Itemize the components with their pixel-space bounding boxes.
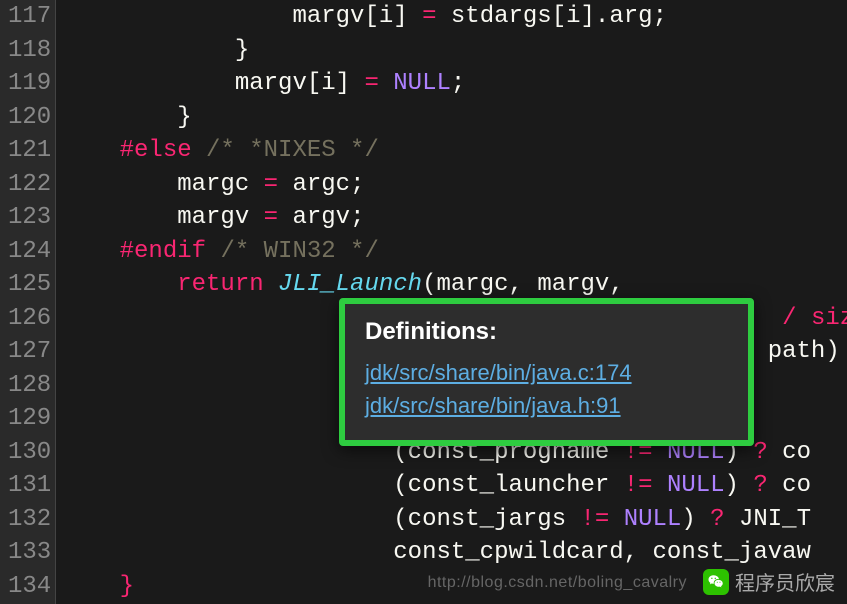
watermark-url: http://blog.csdn.net/boling_cavalry	[428, 574, 687, 592]
code-line[interactable]: return JLI_Launch(margc, margv,	[62, 268, 847, 302]
line-number: 120	[8, 101, 43, 135]
line-number: 122	[8, 168, 43, 202]
code-line[interactable]: margc = argc;	[62, 168, 847, 202]
code-line[interactable]: #endif /* WIN32 */	[62, 235, 847, 269]
line-number: 133	[8, 536, 43, 570]
code-line[interactable]: margv[i] = NULL;	[62, 67, 847, 101]
function-call[interactable]: JLI_Launch	[278, 271, 422, 298]
definitions-tooltip: Definitions: jdk/src/share/bin/java.c:17…	[339, 298, 754, 446]
watermark-text: 程序员欣宸	[735, 567, 835, 596]
line-number: 131	[8, 469, 43, 503]
line-number: 125	[8, 268, 43, 302]
line-number: 134	[8, 570, 43, 604]
line-number: 124	[8, 235, 43, 269]
code-line[interactable]: }	[62, 34, 847, 68]
code-line[interactable]: const_cpwildcard, const_javaw	[62, 536, 847, 570]
line-gutter: 117 118 119 120 121 122 123 124 125 126 …	[0, 0, 56, 604]
line-number: 128	[8, 369, 43, 403]
tooltip-title: Definitions:	[365, 318, 728, 346]
code-line[interactable]: (const_jargs != NULL) ? JNI_T	[62, 503, 847, 537]
code-line[interactable]: margv[i] = stdargs[i].arg;	[62, 0, 847, 34]
line-number: 123	[8, 201, 43, 235]
line-number: 121	[8, 134, 43, 168]
line-number: 117	[8, 0, 43, 34]
code-line[interactable]: margv = argv;	[62, 201, 847, 235]
line-number: 132	[8, 503, 43, 537]
line-number: 126	[8, 302, 43, 336]
code-line[interactable]: }	[62, 101, 847, 135]
definition-link[interactable]: jdk/src/share/bin/java.c:174	[365, 356, 728, 389]
definition-link[interactable]: jdk/src/share/bin/java.h:91	[365, 389, 728, 422]
code-line[interactable]: #else /* *NIXES */	[62, 134, 847, 168]
line-number: 119	[8, 67, 43, 101]
line-number: 129	[8, 402, 43, 436]
code-line[interactable]: (const_launcher != NULL) ? co	[62, 469, 847, 503]
watermark: 程序员欣宸	[703, 567, 835, 596]
line-number: 130	[8, 436, 43, 470]
wechat-icon	[703, 569, 729, 595]
line-number: 118	[8, 34, 43, 68]
line-number: 127	[8, 335, 43, 369]
